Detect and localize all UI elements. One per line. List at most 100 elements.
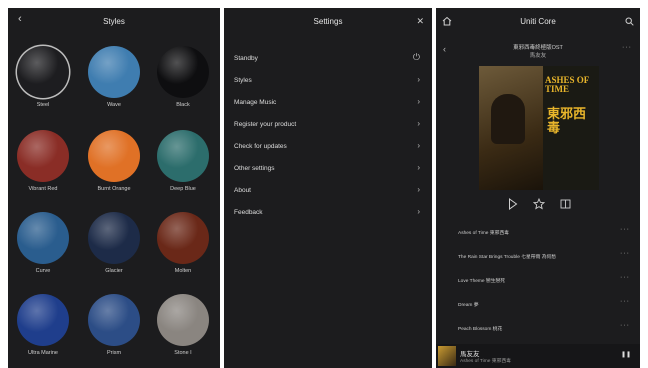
page-title: Settings: [313, 17, 343, 26]
chevron-right-icon: ›: [417, 163, 420, 172]
settings-item-feedback[interactable]: Feedback ›: [234, 206, 420, 222]
player-header: Uniti Core: [436, 8, 640, 38]
style-label: Prism: [106, 350, 122, 356]
track-title: Ashes of Time 東邪西毒: [458, 231, 509, 236]
style-swatch: [88, 46, 140, 98]
style-swatch: [157, 212, 209, 264]
style-swatch: [17, 46, 69, 98]
style-label: Black: [176, 102, 190, 108]
settings-item-standby[interactable]: Standby ⏻: [234, 52, 420, 68]
style-option-wave[interactable]: Wave: [82, 46, 146, 108]
page-title: Styles: [103, 17, 125, 26]
album-title: 東邪西毒終極版OST: [513, 45, 563, 51]
chevron-right-icon: ›: [417, 207, 420, 216]
track-more-icon[interactable]: ···: [620, 274, 630, 281]
track-more-icon[interactable]: ···: [620, 250, 630, 257]
settings-item-other-settings[interactable]: Other settings ›: [234, 162, 420, 178]
queue-icon[interactable]: [560, 199, 571, 209]
settings-item-styles[interactable]: Styles ›: [234, 74, 420, 90]
settings-screen: Settings ✕ Standby ⏻ Styles › Manage Music › R…: [224, 8, 432, 368]
style-option-black[interactable]: Black: [151, 46, 215, 108]
settings-item-label: Other settings: [234, 165, 275, 172]
style-option-ultra-marine[interactable]: Ultra Marine: [11, 294, 75, 356]
style-swatch: [157, 46, 209, 98]
style-swatch: [17, 212, 69, 264]
style-option-deep-blue[interactable]: Deep Blue: [151, 130, 215, 192]
style-option-steel[interactable]: Steel: [11, 46, 75, 108]
style-label: Ultra Marine: [28, 350, 58, 356]
style-label: Wave: [107, 102, 121, 108]
settings-item-register-your-product[interactable]: Register your product ›: [234, 118, 420, 134]
pause-icon[interactable]: ❚❚: [621, 351, 631, 358]
track-row[interactable]: Love Theme 戀生戀死 ···: [458, 274, 630, 288]
settings-item-label: Feedback: [234, 209, 263, 216]
style-option-molten[interactable]: Molten: [151, 212, 215, 274]
device-title: Uniti Core: [520, 17, 556, 26]
settings-item-label: About: [234, 187, 251, 194]
track-more-icon[interactable]: ···: [620, 322, 630, 329]
style-swatch: [88, 294, 140, 346]
settings-item-label: Register your product: [234, 121, 297, 128]
track-more-icon[interactable]: ···: [620, 226, 630, 233]
track-row[interactable]: The Rain Star Brings Trouble 七星帶雨 為何愁 ···: [458, 250, 630, 264]
chevron-right-icon: ›: [417, 141, 420, 150]
style-swatch: [157, 294, 209, 346]
close-icon[interactable]: ✕: [416, 16, 424, 27]
style-swatch: [17, 294, 69, 346]
style-swatch: [88, 212, 140, 264]
settings-item-check-for-updates[interactable]: Check for updates ›: [234, 140, 420, 156]
styles-header: ‹ Styles: [8, 8, 220, 38]
now-playing-bar[interactable]: 馬友友 Ashes of Time 東邪西毒 ❚❚: [436, 344, 640, 368]
settings-item-label: Styles: [234, 77, 252, 84]
chevron-right-icon: ›: [417, 185, 420, 194]
track-row[interactable]: Ashes of Time 東邪西毒 ···: [458, 226, 630, 240]
style-label: Vibrant Red: [28, 186, 58, 192]
player-screen: Uniti Core ‹ 東邪西毒終極版OST 馬友友 ··· ASHES OF…: [436, 8, 640, 368]
settings-item-manage-music[interactable]: Manage Music ›: [234, 96, 420, 112]
settings-item-label: Manage Music: [234, 99, 277, 106]
now-playing-subtitle: Ashes of Time 東邪西毒: [460, 359, 511, 364]
style-option-stone-i[interactable]: Stone I: [151, 294, 215, 356]
style-option-burnt-orange[interactable]: Burnt Orange: [82, 130, 146, 192]
track-row[interactable]: Peach Blossom 桃花 ···: [458, 322, 630, 336]
style-label: Burnt Orange: [97, 186, 131, 192]
styles-screen: ‹ Styles Steel Wave Black Vibrant Red Burnt …: [8, 8, 220, 368]
style-swatch: [88, 130, 140, 182]
now-playing-thumbnail: [438, 346, 456, 366]
play-icon[interactable]: [508, 198, 518, 210]
style-option-curve[interactable]: Curve: [11, 212, 75, 274]
settings-item-about[interactable]: About ›: [234, 184, 420, 200]
track-title: Peach Blossom 桃花: [458, 327, 503, 332]
chevron-right-icon: ›: [417, 75, 420, 84]
style-label: Deep Blue: [170, 186, 196, 192]
chevron-right-icon: ›: [417, 119, 420, 128]
more-icon[interactable]: ···: [622, 44, 632, 51]
settings-item-label: Standby: [234, 55, 258, 62]
style-label: Stone I: [174, 350, 192, 356]
chevron-right-icon: ›: [417, 97, 420, 106]
style-option-vibrant-red[interactable]: Vibrant Red: [11, 130, 75, 192]
style-label: Molten: [174, 268, 192, 274]
cover-title: ASHES OF TIME: [545, 75, 589, 94]
track-title: Dream 夢: [458, 303, 479, 308]
style-label: Curve: [35, 268, 51, 274]
settings-header: Settings ✕: [224, 8, 432, 38]
cover-chinese-title: 東邪西毒: [547, 107, 587, 136]
cover-figure: [491, 94, 525, 144]
track-more-icon[interactable]: ···: [620, 298, 630, 305]
settings-item-label: Check for updates: [234, 143, 287, 150]
style-swatch: [17, 130, 69, 182]
track-title: Love Theme 戀生戀死: [458, 279, 506, 284]
album-cover: ASHES OF TIME 東邪西毒: [479, 66, 599, 190]
style-swatch: [157, 130, 209, 182]
favorite-icon[interactable]: [533, 198, 545, 210]
track-title: The Rain Star Brings Trouble 七星帶雨 為何愁: [458, 255, 557, 260]
track-row[interactable]: Dream 夢 ···: [458, 298, 630, 312]
album-artist: 馬友友: [529, 53, 547, 59]
style-label: Steel: [36, 102, 50, 108]
style-option-glacier[interactable]: Glacier: [82, 212, 146, 274]
search-icon[interactable]: [625, 17, 634, 26]
style-option-prism[interactable]: Prism: [82, 294, 146, 356]
style-label: Glacier: [105, 268, 123, 274]
power-icon: ⏻: [412, 52, 420, 62]
